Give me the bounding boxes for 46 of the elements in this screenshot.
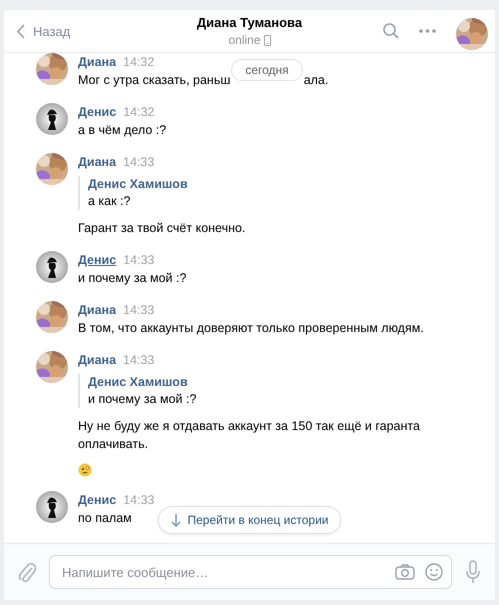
message-time: 14:33	[123, 302, 154, 318]
chat-title: Диана Туманова	[196, 15, 302, 30]
phone-icon	[264, 34, 271, 46]
quote-text: а как :?	[88, 193, 132, 210]
emoji-icon	[78, 463, 92, 477]
author-link[interactable]: Денис	[78, 492, 116, 508]
author-link[interactable]: Денис	[78, 104, 116, 120]
quote-text: и почему за мой :?	[88, 391, 198, 408]
silhouette-avatar-icon	[36, 251, 68, 283]
author-link[interactable]: Денис	[78, 252, 116, 268]
message-text: Гарант за твой счёт конечно.	[78, 220, 246, 237]
message-text: и почему за мой :?	[78, 270, 186, 287]
author-link[interactable]: Диана	[78, 54, 116, 70]
message-time: 14:32	[123, 104, 154, 120]
author-link[interactable]: Диана	[78, 302, 116, 318]
author-link[interactable]: Диана	[78, 352, 116, 368]
message-time: 14:33	[123, 154, 154, 170]
silhouette-avatar-icon	[36, 103, 68, 135]
message-text: по палам	[78, 510, 133, 527]
quote-author[interactable]: Денис Хамишов	[88, 374, 468, 390]
message-text: а в чём дело :?	[78, 122, 166, 139]
date-badge: сегодня	[231, 59, 303, 81]
online-status: online	[228, 33, 261, 47]
message-input[interactable]: Напишите сообщение…	[62, 564, 385, 580]
quote-author[interactable]: Денис Хамишов	[88, 176, 246, 192]
message-field[interactable]: Напишите сообщение…	[49, 555, 452, 589]
camera-icon[interactable]	[395, 564, 415, 580]
message-time: 14:33	[123, 352, 154, 368]
back-icon[interactable]	[16, 24, 25, 38]
author-link[interactable]: Диана	[78, 154, 116, 170]
back-link[interactable]: Назад	[33, 24, 70, 38]
jump-to-end-button[interactable]: Перейти в конец истории	[158, 506, 342, 534]
message-text: В том, что аккаунты доверяют только проверенным людям.	[78, 320, 424, 337]
attach-icon[interactable]	[18, 561, 36, 583]
smiley-icon[interactable]	[425, 563, 443, 581]
search-icon[interactable]	[383, 23, 400, 39]
silhouette-avatar-icon	[36, 491, 68, 523]
message-text: ала.	[304, 72, 328, 89]
message-text: Ну не буду же я отдавать аккаунт за 150 так ещё и гаранта оплачивать.	[78, 418, 421, 453]
down-arrow-icon	[170, 514, 180, 526]
microphone-icon[interactable]	[465, 560, 481, 584]
message-time: 14:33	[123, 252, 154, 268]
more-icon[interactable]	[419, 29, 436, 33]
message-text: Мог с утра сказать, раньш	[78, 72, 230, 89]
message-time: 14:32	[123, 54, 154, 70]
message-time: 14:33	[123, 492, 154, 508]
